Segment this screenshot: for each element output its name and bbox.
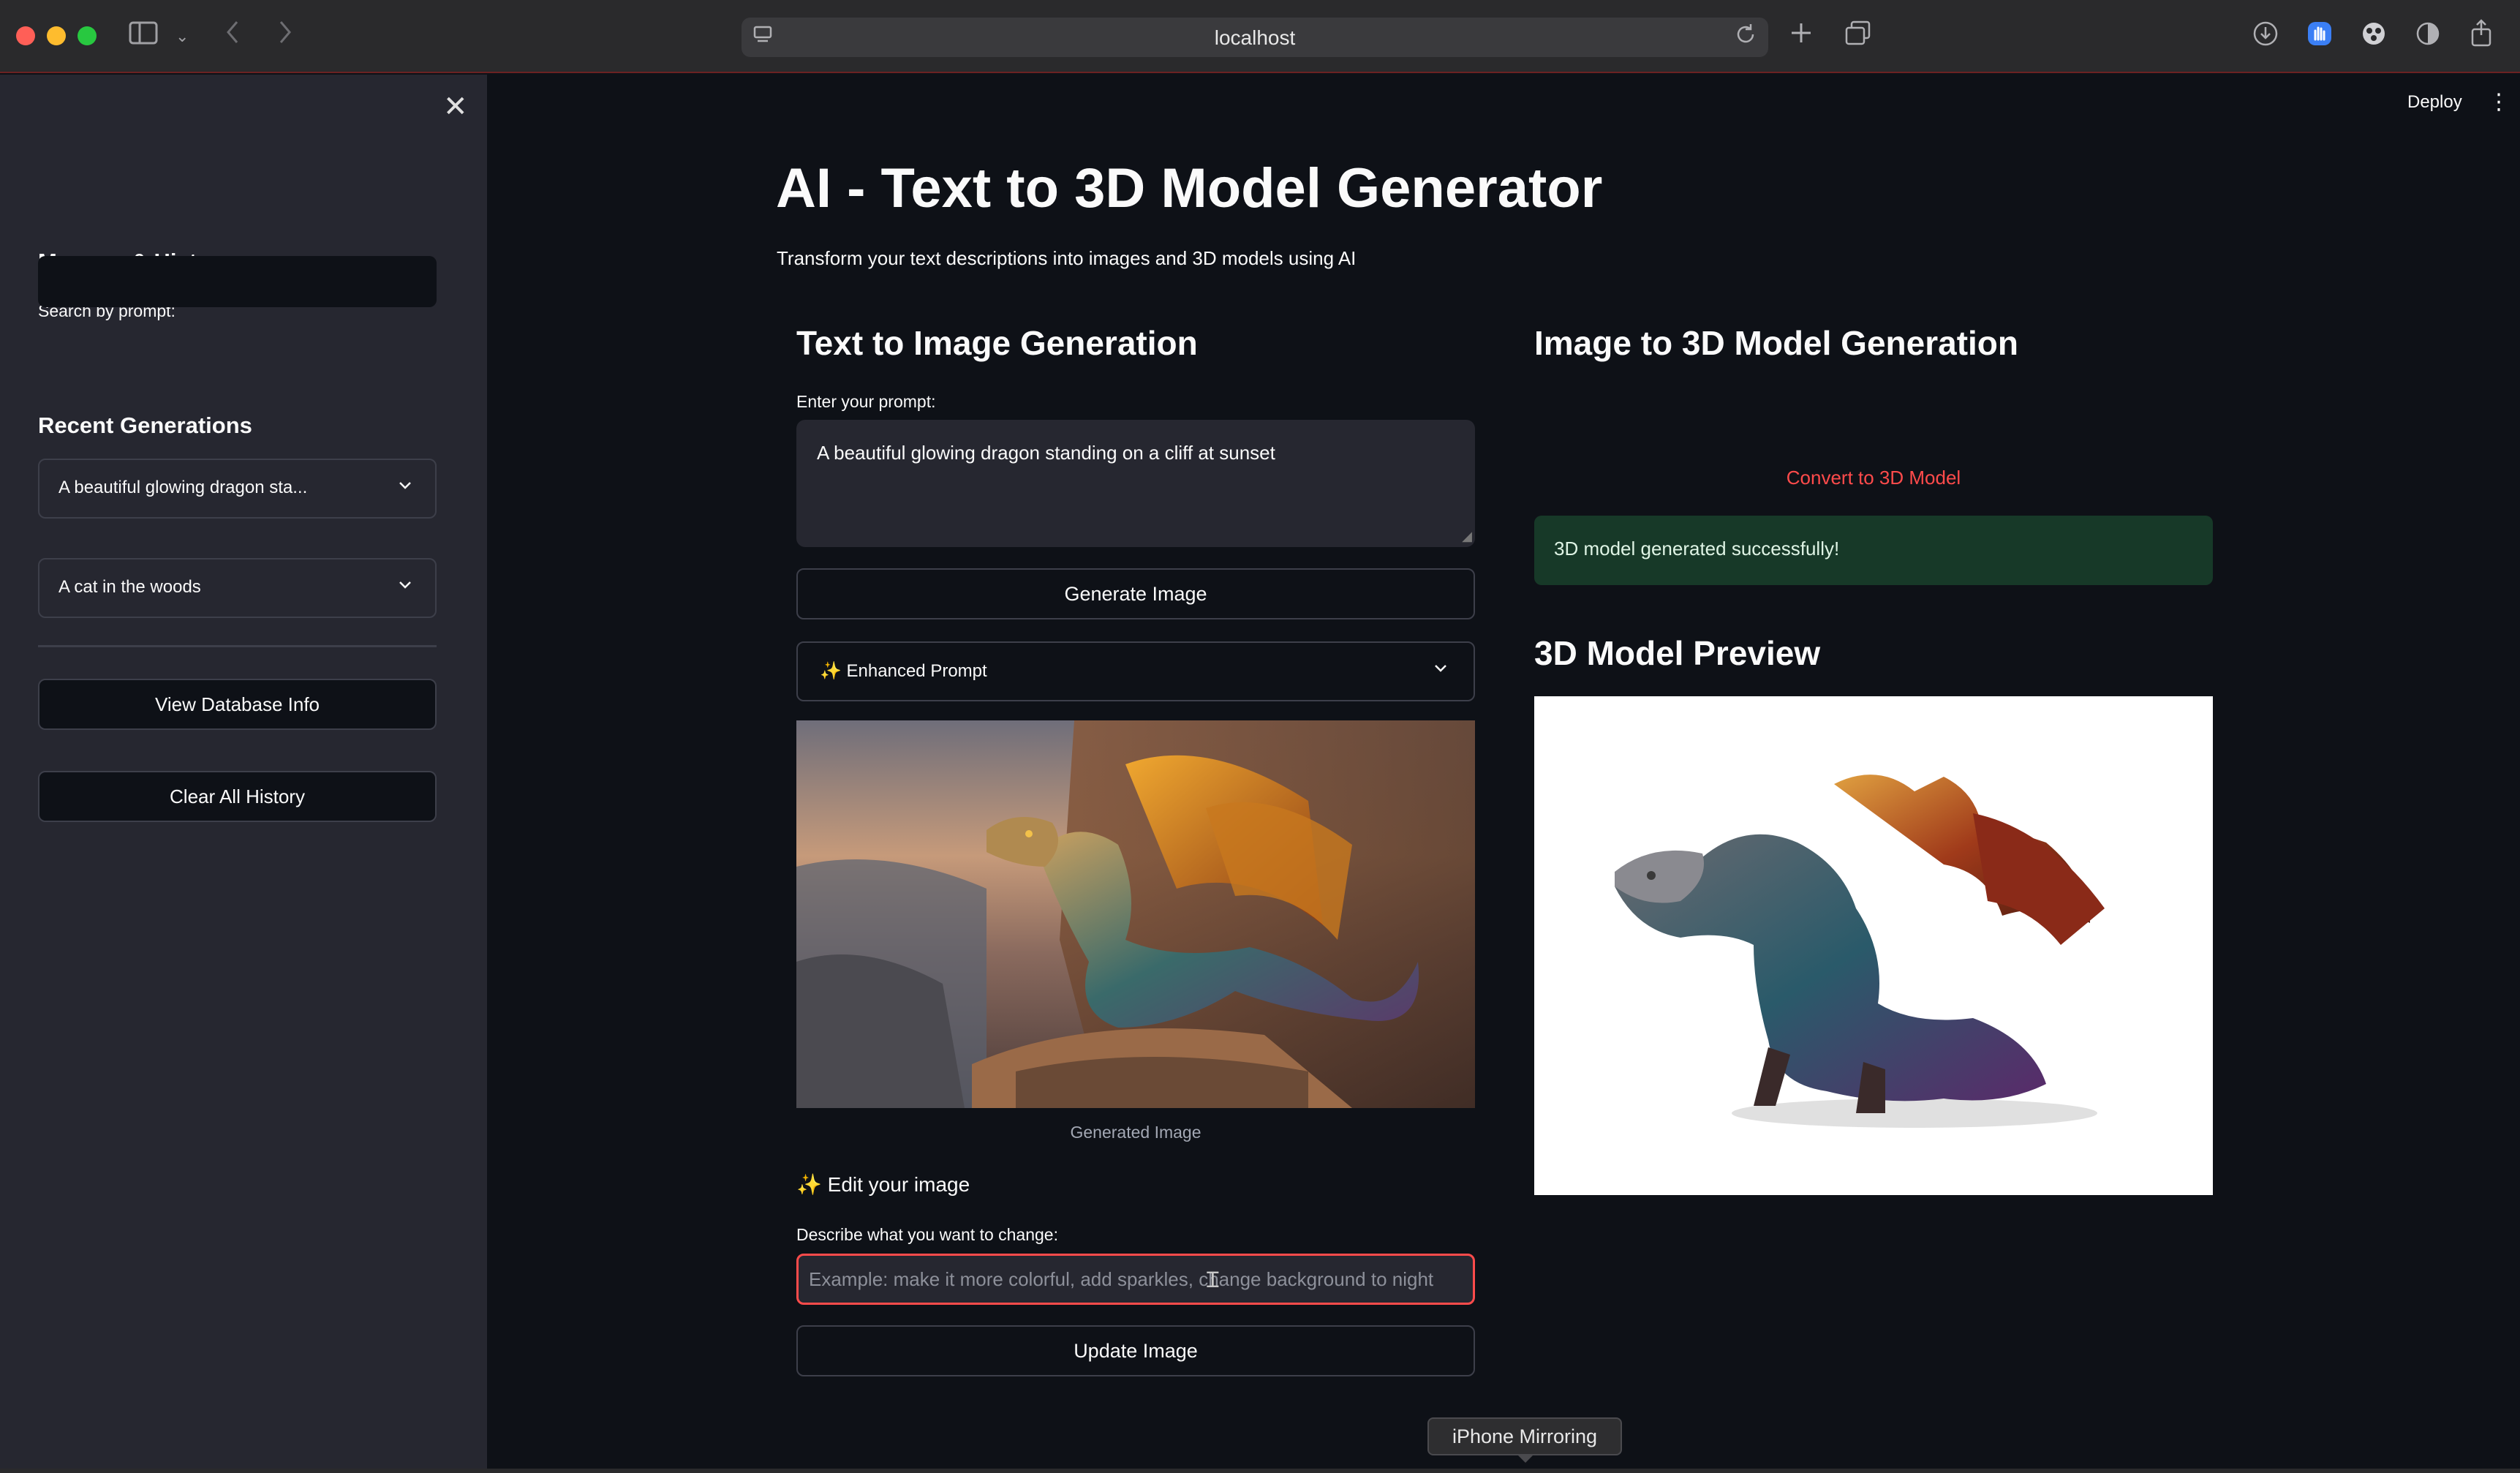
enhanced-prompt-expander[interactable]: ✨ Enhanced Prompt (796, 641, 1475, 701)
window-minimize-button[interactable] (47, 26, 66, 45)
clear-all-history-button[interactable]: Clear All History (38, 771, 437, 822)
text-cursor-icon: Ɪ (1207, 1268, 1219, 1292)
edit-description-input[interactable] (796, 1254, 1475, 1305)
url-text: localhost (1214, 26, 1296, 49)
iphone-mirroring-tooltip: iPhone Mirroring (1427, 1417, 1622, 1455)
page-title: AI - Text to 3D Model Generator (776, 157, 1603, 219)
convert-to-3d-button[interactable]: Convert to 3D Model (1534, 467, 2213, 489)
page-subtitle: Transform your text descriptions into im… (777, 247, 1357, 269)
chevron-down-icon[interactable]: ⌄ (176, 22, 189, 51)
image-caption: Generated Image (1070, 1123, 1201, 1142)
prompt-textarea[interactable]: A beautiful glowing dragon standing on a… (796, 420, 1475, 547)
forward-arrow-icon[interactable] (276, 19, 294, 51)
privacy-extension-icon[interactable] (2306, 20, 2333, 53)
new-tab-icon[interactable] (1789, 20, 1814, 51)
chevron-down-icon (397, 576, 413, 598)
text-to-image-heading: Text to Image Generation (796, 324, 1198, 362)
update-image-button[interactable]: Update Image (796, 1325, 1475, 1376)
sidebar-toggle-icon[interactable] (129, 21, 158, 50)
extension-icon[interactable] (2361, 20, 2387, 53)
recent-generation-label: A cat in the woods (59, 577, 201, 597)
chevron-down-icon (397, 476, 413, 499)
downloads-icon[interactable] (2252, 20, 2279, 53)
more-menu-icon[interactable]: ⋮ (2488, 89, 2510, 115)
sidebar-divider (38, 645, 437, 647)
generate-image-button[interactable]: Generate Image (796, 568, 1475, 619)
close-icon[interactable]: ✕ (443, 92, 468, 121)
success-alert: 3D model generated successfully! (1534, 516, 2213, 585)
tooltip-arrow (1517, 1454, 1534, 1463)
image-to-3d-heading: Image to 3D Model Generation (1534, 324, 2018, 362)
recent-generation-item[interactable]: A beautiful glowing dragon sta... (38, 459, 437, 519)
chevron-down-icon (1433, 659, 1449, 682)
view-database-info-button[interactable]: View Database Info (38, 679, 437, 730)
recent-generation-item[interactable]: A cat in the woods (38, 558, 437, 618)
3d-model-preview[interactable] (1534, 696, 2213, 1195)
prompt-label: Enter your prompt: (796, 392, 936, 411)
window-zoom-button[interactable] (78, 26, 97, 45)
recent-generation-label: A beautiful glowing dragon sta... (59, 478, 308, 497)
model-preview-heading: 3D Model Preview (1534, 634, 1821, 672)
address-bar[interactable]: localhost (742, 18, 1768, 57)
edit-description-label: Describe what you want to change: (796, 1225, 1058, 1244)
window-bottom-edge (0, 1469, 2520, 1473)
recent-generations-heading: Recent Generations (38, 412, 252, 438)
browser-toolbar: ⌄ localhost (0, 0, 2520, 73)
enhanced-prompt-label: ✨ Enhanced Prompt (820, 661, 987, 681)
tab-overview-icon[interactable] (1844, 20, 1872, 53)
main-content (487, 75, 2520, 1473)
deploy-button[interactable]: Deploy (2407, 92, 2462, 113)
reload-icon[interactable] (1733, 22, 1758, 53)
back-arrow-icon[interactable] (224, 19, 241, 51)
share-icon[interactable] (2469, 19, 2494, 53)
resize-handle-icon[interactable]: ◢ (1462, 529, 1472, 544)
search-input[interactable] (38, 256, 437, 307)
edit-image-heading: ✨ Edit your image (796, 1173, 970, 1196)
generated-image (796, 720, 1475, 1108)
dark-mode-icon[interactable] (2415, 20, 2441, 53)
window-close-button[interactable] (16, 26, 35, 45)
prompt-text: A beautiful glowing dragon standing on a… (817, 442, 1275, 464)
